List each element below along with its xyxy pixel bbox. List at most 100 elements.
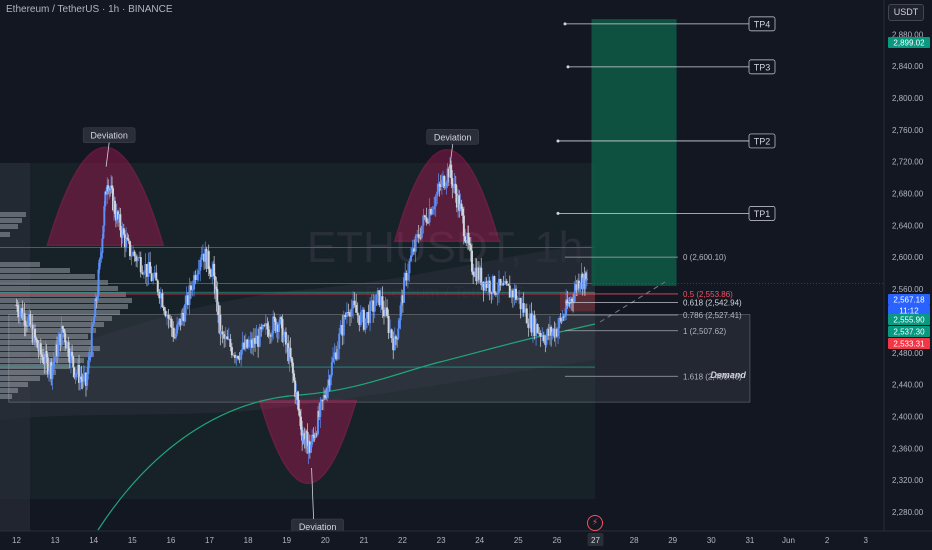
candle-body [39,343,42,355]
candle-body [409,255,412,261]
candle-body [53,357,56,362]
candle-body [61,325,64,329]
candle-body [390,329,393,339]
candle-body [426,222,429,224]
candle-body [398,320,401,329]
candle-body [296,392,299,400]
candle-body [34,328,37,338]
candle-body [438,184,441,186]
candle-body [573,292,576,302]
candle-body [440,179,443,187]
candle-body [46,357,49,374]
volume-profile-bar [0,364,70,369]
candle-body [161,293,164,308]
candle-body [149,262,152,274]
candle-body [393,336,396,351]
candle-body [460,203,463,209]
volume-profile-bar [0,224,18,229]
fib-label: 0 (2,600.10) [683,253,726,262]
volume-profile-bar [0,268,70,273]
x-tick-label: 2 [825,536,830,545]
y-tick-label: 2,720.00 [892,158,924,167]
price-badge-text: 2,537.30 [893,328,925,337]
candle-body [350,308,353,317]
candle-body [433,206,436,210]
candle-body [536,324,539,333]
x-tick-label: 24 [475,536,484,545]
candle-body [507,284,510,286]
candle-body [64,333,67,343]
candle-body [450,164,453,178]
lightning-icon[interactable]: ⚡ [587,515,603,531]
x-tick-label: 17 [205,536,214,545]
candle-body [516,298,519,300]
y-tick-label: 2,600.00 [892,253,924,262]
candle-body [23,313,26,326]
x-tick-label: 12 [12,536,21,545]
candle-body [174,333,177,338]
candle-body [127,238,130,242]
candle-body [152,276,155,282]
volume-profile-bar [0,262,40,267]
candle-body [191,289,194,291]
x-tick-label: 27 [591,536,600,545]
x-tick-label: 15 [128,536,137,545]
candle-body [189,285,192,291]
candle-body [52,361,55,366]
fib-label: 1.618 (2,450.46) [683,372,742,381]
x-tick-label: 16 [166,536,175,545]
candle-body [310,444,313,453]
candle-body [177,322,180,325]
candle-body [280,317,283,320]
x-tick-label: 29 [668,536,677,545]
x-tick-label: 20 [321,536,330,545]
trading-chart[interactable]: ETHUSDT, 1hEthereum / TetherUSDemandDevi… [0,0,932,550]
candle-body [16,305,19,312]
candle-body [469,245,472,251]
volume-profile-bar [0,212,26,217]
target-zone[interactable] [591,19,677,286]
candle-body [82,375,85,382]
candle-body [258,326,261,347]
candle-body [170,318,173,328]
volume-profile-bar [0,346,100,351]
candle-body [172,327,175,338]
candle-body [525,308,528,324]
y-axis-area [884,0,932,550]
candle-body [342,314,345,336]
candle-body [180,313,183,326]
candle-body [586,278,589,280]
candle-body [282,335,285,342]
candle-body [91,323,94,327]
x-tick-label: 23 [437,536,446,545]
volume-profile-bar [0,292,126,297]
symbol-header[interactable]: Ethereum / TetherUS · 1h · BINANCE [6,4,173,15]
volume-profile-bar [0,394,12,399]
candle-body [93,317,96,324]
candle-body [125,237,128,248]
candle-body [298,410,301,417]
demand-zone[interactable] [8,314,751,403]
candle-body [329,375,332,386]
candle-body [181,313,184,315]
candle-body [196,274,199,280]
x-tick-label: 25 [514,536,523,545]
fib-label: 1 (2,507.62) [683,327,726,336]
currency-button[interactable]: USDT [888,4,924,21]
candle-body [51,365,54,379]
volume-profile-bar [0,280,108,285]
y-tick-label: 2,440.00 [892,381,924,390]
candle-body [122,228,125,235]
volume-profile-bar [0,328,96,333]
candle-body [496,292,499,295]
x-tick-label: 18 [244,536,253,545]
candle-body [289,347,292,358]
candle-body [141,272,144,274]
candle-body [88,357,91,361]
candle-body [311,434,314,445]
y-tick-label: 2,360.00 [892,444,924,453]
candle-body [156,280,159,292]
x-tick-label: 22 [398,536,407,545]
candle-body [87,360,90,374]
candle-body [399,305,402,321]
